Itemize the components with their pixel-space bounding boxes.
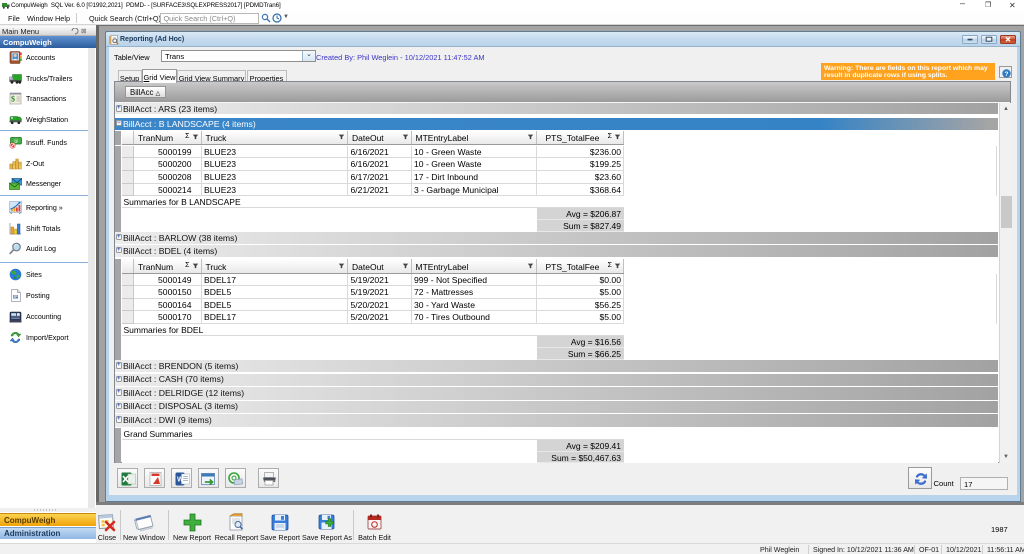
svg-text:?: ?	[1004, 70, 1008, 77]
svg-text:$: $	[11, 95, 15, 104]
svg-text:W: W	[177, 476, 184, 483]
